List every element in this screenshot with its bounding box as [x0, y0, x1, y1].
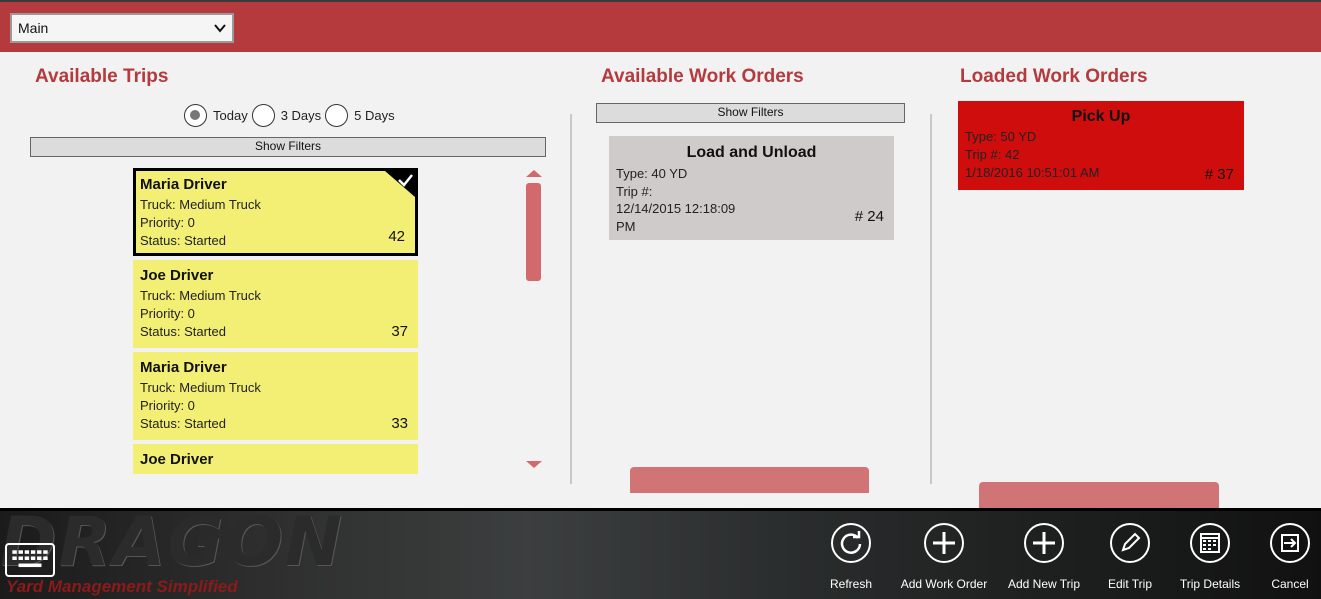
trip-card[interactable]: Joe Driver: [133, 444, 418, 474]
scroll-thumb[interactable]: [526, 183, 541, 281]
column-divider: [930, 114, 932, 484]
view-select-value: Main: [18, 20, 49, 36]
range-3-days-label: 3 Days: [280, 107, 322, 123]
trip-truck: Truck: Medium Truck: [140, 197, 261, 212]
available-trips-title: Available Trips: [35, 66, 169, 87]
work-orders-scrollbar[interactable]: [630, 467, 869, 493]
trip-number: 42: [388, 228, 405, 245]
trip-truck: Truck: Medium Truck: [140, 288, 261, 303]
add-new-trip-button[interactable]: Add New Trip: [999, 523, 1089, 599]
range-3-days[interactable]: 3 Days: [251, 103, 322, 127]
loaded-work-order-number: # 37: [1204, 166, 1234, 183]
trip-driver: Joe Driver: [140, 451, 214, 468]
radio-5-days[interactable]: [325, 103, 349, 127]
trip-priority: Priority: 0: [140, 398, 195, 413]
range-5-days-label: 5 Days: [354, 107, 395, 123]
loaded-work-order-datetime: 1/18/2016 10:51:01 AM: [965, 165, 1100, 180]
trip-list-scrollbar[interactable]: [524, 170, 542, 470]
trip-card[interactable]: Maria Driver Truck: Medium Truck Priorit…: [133, 352, 418, 440]
add-new-trip-label: Add New Trip: [1007, 577, 1081, 591]
column-divider: [570, 114, 572, 484]
trip-number: 37: [391, 323, 408, 340]
brand-tagline: Yard Management Simplified: [6, 577, 238, 596]
edit-trip-label: Edit Trip: [1107, 577, 1152, 591]
loaded-work-order-title: Pick Up: [1071, 108, 1131, 125]
trip-list: Maria Driver Truck: Medium Truck Priorit…: [133, 168, 420, 474]
work-order-trip: Trip #:: [616, 183, 653, 199]
app-bar: DRAGON Yard Management Simplified Refres…: [0, 508, 1321, 599]
trip-details-label: Trip Details: [1179, 577, 1241, 591]
loaded-work-order-trip: Trip #: 42: [965, 147, 1020, 162]
work-order-datetime: 12/14/2015 12:18:09 PM: [616, 201, 736, 234]
keyboard-icon[interactable]: [5, 543, 55, 577]
add-work-order-label: Add Work Order: [900, 577, 988, 591]
loaded-work-order-card[interactable]: Pick Up Type: 50 YD Trip #: 42 1/18/2016…: [958, 101, 1244, 190]
scroll-up-arrow-icon[interactable]: [526, 170, 542, 177]
trip-card[interactable]: Joe Driver Truck: Medium Truck Priority:…: [133, 260, 418, 348]
trip-driver: Maria Driver: [140, 176, 227, 193]
trip-number: 33: [391, 415, 408, 432]
edit-trip-button[interactable]: Edit Trip: [1085, 523, 1175, 599]
cancel-button[interactable]: Cancel: [1245, 523, 1321, 599]
view-select[interactable]: Main: [10, 13, 234, 43]
trip-priority: Priority: 0: [140, 215, 195, 230]
calendar-icon: [1200, 533, 1220, 553]
trip-priority: Priority: 0: [140, 306, 195, 321]
pencil-icon: [1121, 532, 1141, 552]
trips-show-filters-button[interactable]: Show Filters: [30, 137, 546, 157]
plus-icon: [1033, 532, 1055, 554]
work-order-card[interactable]: Load and Unload Type: 40 YD Trip #: 12/1…: [609, 136, 894, 240]
range-today[interactable]: Today: [184, 103, 248, 127]
refresh-icon: [840, 531, 862, 554]
refresh-label: Refresh: [829, 577, 873, 591]
work-order-number: # 24: [854, 208, 884, 225]
trip-status: Status: Started: [140, 324, 226, 339]
loaded-work-orders-scrollbar[interactable]: [979, 482, 1219, 508]
radio-3-days[interactable]: [251, 103, 275, 127]
trip-driver: Maria Driver: [140, 359, 227, 376]
top-bar: Main: [0, 0, 1321, 52]
add-work-order-button[interactable]: Add Work Order: [899, 523, 989, 599]
loaded-work-order-type: Type: 50 YD: [965, 129, 1037, 144]
trip-card[interactable]: Maria Driver Truck: Medium Truck Priorit…: [133, 168, 418, 256]
trip-range-group: Today 3 Days 5 Days: [184, 103, 399, 127]
trip-truck: Truck: Medium Truck: [140, 380, 261, 395]
trip-driver: Joe Driver: [140, 267, 214, 284]
trip-details-button[interactable]: Trip Details: [1165, 523, 1255, 599]
trip-status: Status: Started: [140, 233, 226, 248]
work-order-type: Type: 40 YD: [616, 166, 688, 181]
trip-status: Status: Started: [140, 416, 226, 431]
available-work-orders-title: Available Work Orders: [601, 66, 804, 87]
exit-icon: [1281, 534, 1299, 552]
chevron-down-icon: [214, 24, 226, 33]
radio-today[interactable]: [184, 103, 207, 127]
loaded-work-orders-title: Loaded Work Orders: [960, 66, 1148, 87]
range-today-label: Today: [213, 107, 248, 123]
scroll-down-arrow-icon[interactable]: [526, 461, 542, 468]
work-order-title: Load and Unload: [686, 144, 817, 161]
plus-icon: [933, 532, 955, 554]
cancel-label: Cancel: [1271, 577, 1309, 591]
range-5-days[interactable]: 5 Days: [325, 103, 395, 127]
refresh-button[interactable]: Refresh: [806, 523, 896, 599]
checkmark-icon: [385, 171, 415, 197]
work-orders-show-filters-button[interactable]: Show Filters: [596, 103, 905, 123]
